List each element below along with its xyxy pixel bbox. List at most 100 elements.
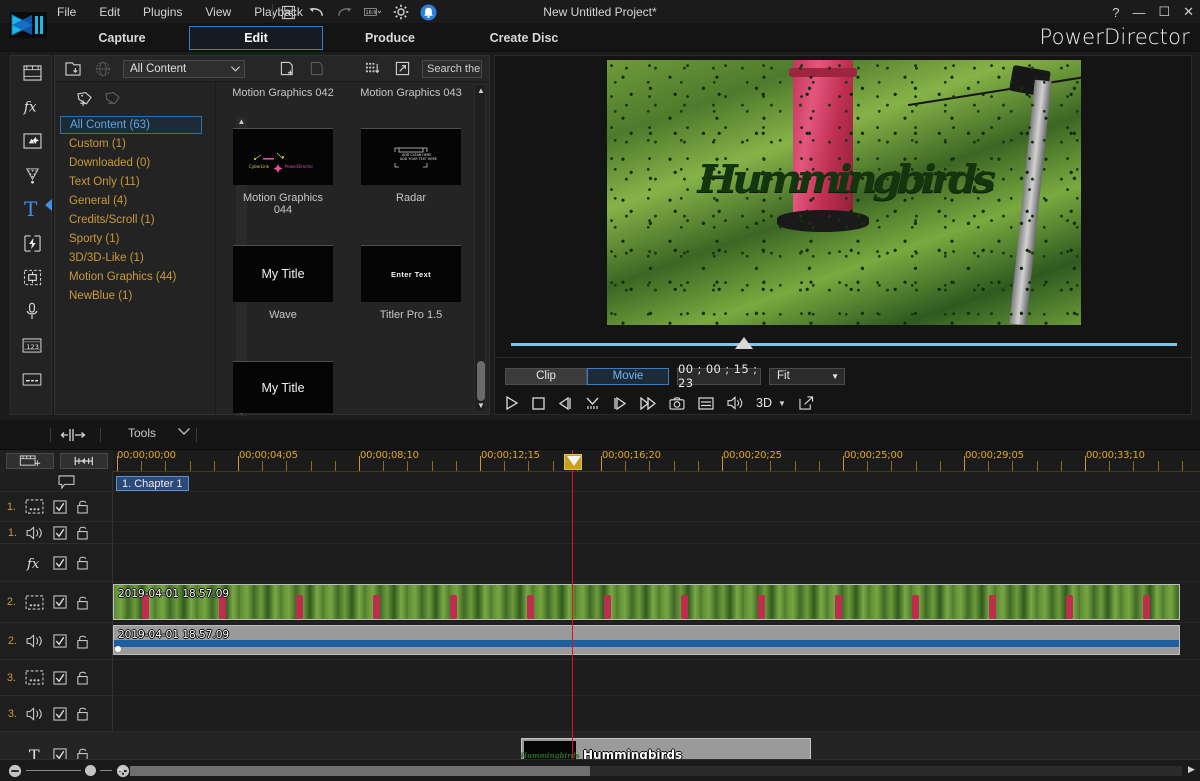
play-button[interactable]	[505, 396, 519, 410]
maximize-button[interactable]: ☐	[1158, 4, 1170, 20]
menu-item-file[interactable]: File	[55, 3, 78, 21]
scroll-down-icon[interactable]: ▼	[475, 400, 487, 411]
audio-keyframe[interactable]	[115, 646, 121, 652]
video-clip[interactable]: 2019-04-01 18.57.09	[113, 584, 1180, 620]
track-lock-icon[interactable]	[76, 706, 89, 721]
tab-create-disc[interactable]: Create Disc	[457, 26, 591, 50]
save-icon[interactable]	[280, 4, 297, 21]
snapshot-camera-button[interactable]	[669, 396, 685, 410]
download-cloud-icon[interactable]	[93, 60, 113, 78]
library-item-my-title[interactable]: My Title	[233, 361, 333, 413]
track-resize-icon[interactable]	[60, 428, 86, 442]
chapter-marker[interactable]: 1. Chapter 1	[116, 476, 189, 491]
voice-over-room-icon[interactable]	[11, 294, 53, 328]
help-button[interactable]: ?	[1112, 5, 1119, 20]
lane-audio-2[interactable]: 2019-04-01 18.57.09	[113, 623, 1200, 660]
aspect-ratio-icon[interactable]: 16:9	[364, 4, 381, 21]
track-lock-icon[interactable]	[76, 555, 89, 570]
track-lock-icon[interactable]	[76, 670, 89, 685]
library-item-motion-graphics-044[interactable]: CyberLink PowerDirector Motion Graphics …	[233, 128, 333, 216]
previous-frame-button[interactable]	[558, 396, 572, 410]
track-header-video-3[interactable]: 3.	[0, 660, 113, 696]
track-enable-checkbox[interactable]	[53, 499, 67, 514]
scroll-up-icon[interactable]: ▲	[475, 85, 487, 96]
minimize-button[interactable]: —	[1132, 5, 1145, 20]
menu-item-view[interactable]: View	[203, 3, 233, 21]
preview-scrubber[interactable]	[511, 337, 1177, 355]
lane-effect[interactable]	[113, 544, 1200, 582]
video-track-icon[interactable]	[25, 594, 44, 610]
preview-video[interactable]: Hummingbirds	[607, 60, 1081, 325]
media-room-icon[interactable]	[11, 56, 53, 90]
clip-mode-button[interactable]: Clip	[505, 367, 587, 385]
preview-zoom-dropdown[interactable]: Fit ▼	[769, 367, 845, 385]
library-item-wave[interactable]: My Title Wave	[233, 245, 333, 321]
tab-capture[interactable]: Capture	[55, 26, 189, 50]
category-newblue[interactable]: NewBlue (1)	[60, 286, 202, 305]
track-enable-checkbox[interactable]	[53, 634, 67, 648]
lane-video-1[interactable]	[113, 492, 1200, 522]
search-input[interactable]: Search the	[422, 59, 482, 78]
display-options-button[interactable]	[698, 396, 714, 410]
audio-clip[interactable]: 2019-04-01 18.57.09	[113, 625, 1180, 655]
timeline-markers-button[interactable]	[59, 453, 108, 469]
preview-timecode[interactable]: 00 ; 00 ; 15 ; 23	[677, 362, 761, 390]
volume-button[interactable]	[727, 396, 743, 410]
zoom-out-icon[interactable]	[8, 764, 22, 778]
particle-room-icon[interactable]	[11, 158, 53, 192]
sort-grid-icon[interactable]	[362, 60, 382, 78]
library-scrollbar[interactable]: ▲ ▼	[474, 84, 486, 412]
subtitle-room-icon[interactable]	[11, 362, 53, 396]
lane-audio-1[interactable]	[113, 522, 1200, 544]
track-enable-checkbox[interactable]	[53, 670, 67, 685]
chapter-flag-icon[interactable]	[58, 474, 75, 489]
category-all-content[interactable]: All Content (63)	[60, 116, 202, 134]
scrollbar-thumb[interactable]	[130, 766, 590, 776]
lane-video-2[interactable]: 2019-04-01 18.57.09	[113, 582, 1200, 623]
track-header-video-2[interactable]: 2.	[0, 582, 113, 623]
tab-edit[interactable]: Edit	[189, 26, 323, 50]
track-header-video-1[interactable]: 1.	[0, 492, 113, 522]
transition-room-icon[interactable]	[11, 226, 53, 260]
track-header-audio-2[interactable]: 2.	[0, 623, 113, 660]
effect-room-icon[interactable]: fx	[11, 90, 53, 124]
edit-title-icon[interactable]	[307, 60, 327, 78]
redo-icon[interactable]	[336, 4, 353, 21]
3d-mode-caret-icon[interactable]: ▼	[778, 399, 786, 408]
timeline-ruler[interactable]: 00;00;00;00 00;00;04;05 00;00;08;10 00;0…	[113, 450, 1200, 472]
chapter-room-icon[interactable]: 123	[11, 328, 53, 362]
zoom-slider-track[interactable]	[26, 770, 81, 771]
tab-produce[interactable]: Produce	[323, 26, 457, 50]
next-frame-button[interactable]	[613, 396, 627, 410]
popout-preview-button[interactable]	[799, 396, 814, 410]
audio-mixing-room-icon[interactable]	[11, 260, 53, 294]
tag-add-icon[interactable]	[76, 90, 94, 107]
lane-video-3[interactable]	[113, 660, 1200, 696]
track-header-effect[interactable]: fx	[0, 544, 113, 582]
category-motion-graphics[interactable]: Motion Graphics (44)	[60, 267, 202, 286]
timeline-horizontal-scrollbar[interactable]	[130, 766, 1182, 776]
track-enable-checkbox[interactable]	[53, 525, 67, 540]
lane-chapter[interactable]: 1. Chapter 1	[113, 472, 1200, 492]
content-filter-dropdown[interactable]: All Content	[123, 59, 245, 78]
scroll-left-icon[interactable]: ◀	[117, 764, 124, 775]
zoom-slider-track-right[interactable]	[100, 770, 112, 771]
movie-mode-button[interactable]: Movie	[587, 367, 669, 385]
track-enable-checkbox[interactable]	[53, 595, 67, 609]
audio-track-icon[interactable]	[26, 634, 44, 648]
track-enable-checkbox[interactable]	[53, 706, 67, 721]
track-enable-checkbox[interactable]	[53, 555, 67, 570]
3d-mode-button[interactable]: 3D	[756, 396, 772, 410]
scrubber-handle[interactable]	[735, 337, 753, 349]
audio-track-icon[interactable]	[26, 525, 44, 540]
track-lock-icon[interactable]	[76, 525, 89, 540]
library-item-titler-pro[interactable]: Enter Text Titler Pro 1.5	[361, 245, 461, 321]
close-button[interactable]: ✕	[1183, 4, 1194, 20]
zoom-slider-knob[interactable]	[85, 765, 96, 776]
menu-item-plugins[interactable]: Plugins	[141, 3, 184, 21]
category-custom[interactable]: Custom (1)	[60, 134, 202, 153]
track-header-audio-1[interactable]: 1.	[0, 522, 113, 544]
track-manager-button[interactable]	[5, 453, 54, 469]
audio-track-icon[interactable]	[26, 706, 44, 721]
track-header-chapter[interactable]	[0, 472, 113, 492]
